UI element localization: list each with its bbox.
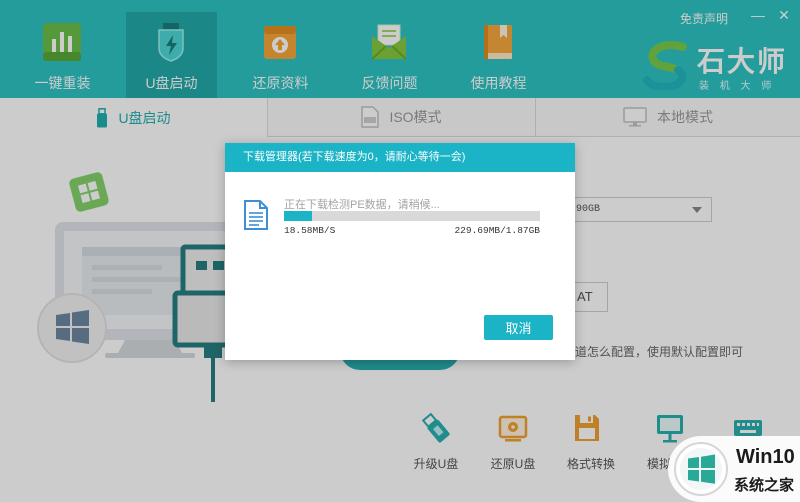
download-progress-fill <box>284 211 313 221</box>
cancel-button[interactable]: 取消 <box>484 315 553 340</box>
watermark: Win10 系统之家 <box>668 436 800 502</box>
download-progress-bar <box>284 211 540 221</box>
download-size: 229.69MB/1.87GB <box>454 225 540 236</box>
dialog-title-bar: 下载管理器(若下载速度为0，请耐心等待一会) <box>225 143 575 172</box>
download-status-text: 正在下载检测PE数据，请稍候... <box>284 199 440 211</box>
document-icon <box>244 200 268 230</box>
download-manager-dialog: 下载管理器(若下载速度为0，请耐心等待一会) 正在下载检测PE数据，请稍候...… <box>225 143 575 360</box>
watermark-text: 系统之家 <box>734 477 795 494</box>
dialog-title: 下载管理器(若下载速度为0，请耐心等待一会) <box>243 151 466 163</box>
app-window: 一键重装 U盘启动 还原资料 反馈问题 使用教程 免责声明 — ✕ 石大师 装 … <box>0 0 800 502</box>
watermark-brand: Win10 <box>736 446 795 468</box>
win10-logo-icon <box>674 442 728 496</box>
